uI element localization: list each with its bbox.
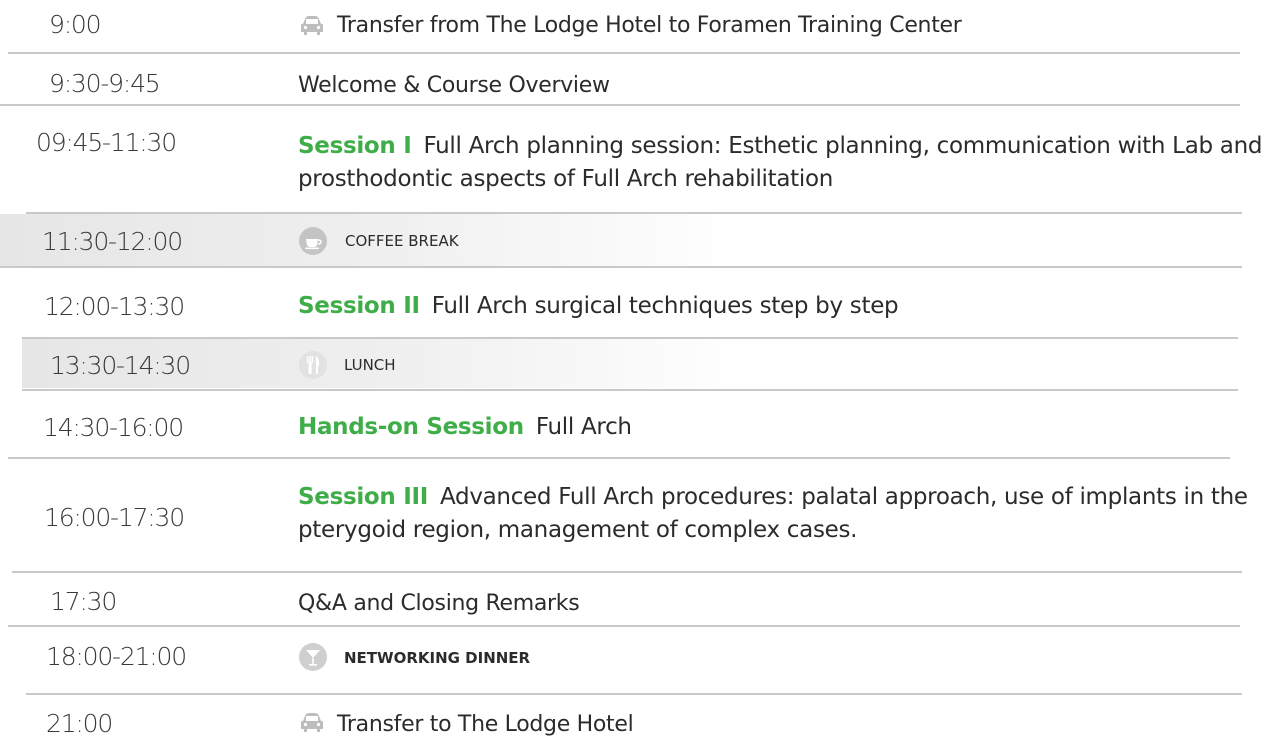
agenda-row: 16:00-17:30 Session III Advanced Full Arc… [0,459,1264,571]
time-slot: 14:30-16:00 [43,413,184,442]
agenda-row: 13:30-14:30 LUNCH [0,339,1264,389]
time-slot: 9:00 [49,10,102,39]
agenda-row: 21:00 Transfer to The Lodge Hotel [0,695,1264,751]
time-slot: 18:00-21:00 [46,642,187,671]
break-label: LUNCH [344,356,396,374]
session-text: Full Arch planning session: Esthetic pla… [298,133,1263,192]
agenda-row: 18:00-21:00 NETWORKING DINNER [0,627,1264,693]
session-tag: Session I [298,133,412,159]
session-tag: Session III [298,484,428,510]
coffee-cup-icon [298,226,328,256]
session-text: Full Arch [535,414,632,440]
session-text: Advanced Full Arch procedures: palatal a… [298,484,1248,543]
session-description: Session III Advanced Full Arch procedures… [298,481,1264,547]
session-description: Session II Full Arch surgical techniques … [298,290,899,322]
agenda-row: 09:45-11:30 Session I Full Arch planning … [0,106,1264,212]
fork-knife-icon [298,350,328,380]
break-label: COFFEE BREAK [345,232,459,250]
session-text: Full Arch surgical techniques step by st… [431,293,899,319]
session-tag: Hands-on Session [298,414,524,440]
networking-label: NETWORKING DINNER [344,649,531,667]
car-icon [300,15,324,37]
agenda-item-text: Q&A and Closing Remarks [298,591,580,616]
agenda-row: 9:30-9:45 Welcome & Course Overview [0,54,1264,104]
time-slot: 9:30-9:45 [49,69,161,98]
time-slot: 13:30-14:30 [50,351,191,380]
time-slot: 11:30-12:00 [42,227,183,256]
car-icon [300,712,324,734]
time-slot: 09:45-11:30 [36,128,177,157]
agenda-row: 9:00 Transfer from The Lodge Hotel to Fo… [0,0,1264,52]
cocktail-glass-icon [298,642,328,672]
agenda-row: 12:00-13:30 Session II Full Arch surgical… [0,268,1264,336]
transfer-text: Transfer to The Lodge Hotel [337,712,634,737]
session-tag: Session II [298,293,420,319]
time-slot: 17:30 [50,587,117,616]
agenda-schedule: 9:00 Transfer from The Lodge Hotel to Fo… [0,0,1264,751]
transfer-text: Transfer from The Lodge Hotel to Foramen… [337,13,962,38]
agenda-row: 14:30-16:00 Hands-on Session Full Arch [0,391,1264,457]
time-slot: 16:00-17:30 [44,503,185,532]
session-description: Hands-on Session Full Arch [298,411,632,443]
agenda-row: 17:30 Q&A and Closing Remarks [0,573,1264,625]
agenda-row: 11:30-12:00 COFFEE BREAK [0,214,1264,266]
time-slot: 12:00-13:30 [44,292,185,321]
session-description: Session I Full Arch planning session: Est… [298,130,1264,196]
agenda-item-text: Welcome & Course Overview [298,73,610,98]
time-slot: 21:00 [46,709,113,738]
